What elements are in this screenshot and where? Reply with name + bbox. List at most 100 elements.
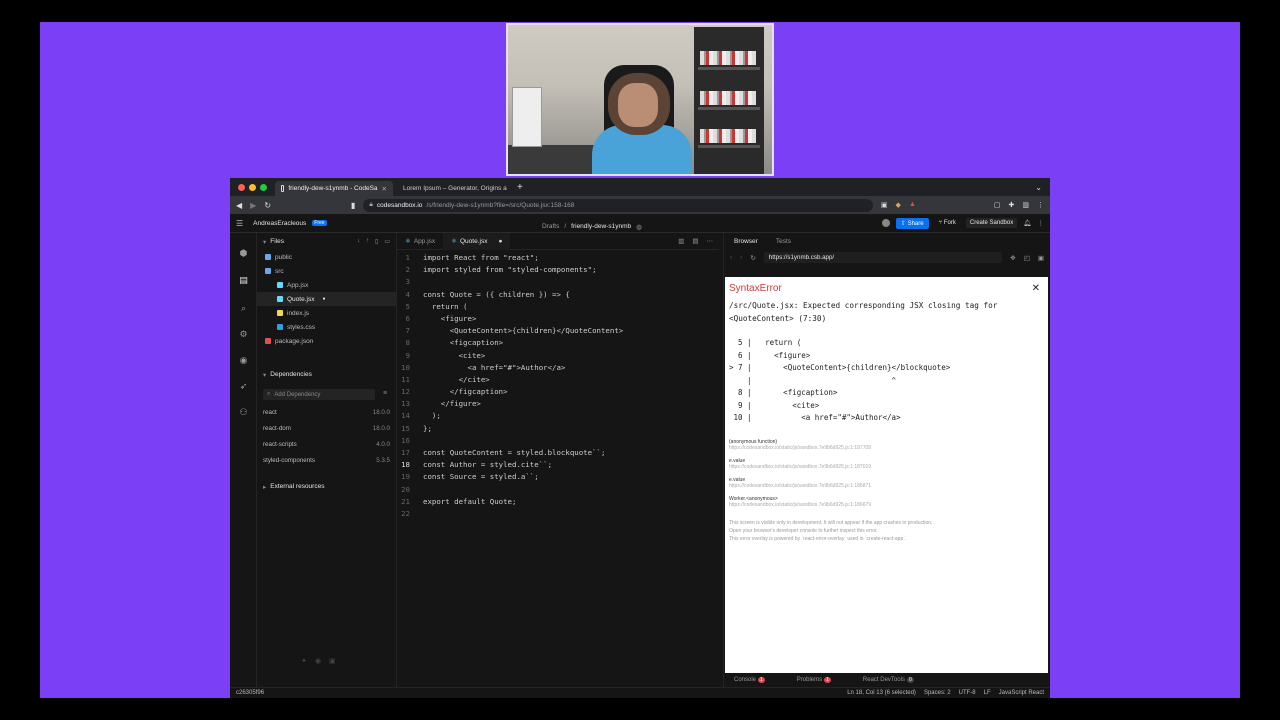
kebab-menu-icon[interactable]: ⋮: [1038, 219, 1045, 227]
fork-button[interactable]: ⑂ Fork: [935, 218, 960, 228]
code-line[interactable]: 17 const QuoteContent = styled.blockquote…: [397, 447, 719, 459]
github-icon[interactable]: ◉: [238, 355, 249, 366]
extension-icon[interactable]: ▲: [909, 201, 916, 209]
twitter-icon[interactable]: ✦: [301, 657, 307, 665]
code-line[interactable]: 18 const Author = styled.cite``;: [397, 459, 719, 471]
reload-icon[interactable]: ↻: [264, 201, 271, 210]
code-line[interactable]: 22: [397, 508, 719, 520]
kebab-menu-icon[interactable]: ⋮: [1037, 201, 1044, 209]
stack-location[interactable]: https://codesandbox.io/static/js/sandbox…: [729, 445, 1044, 452]
cube-icon[interactable]: ⬢: [238, 248, 249, 259]
code-line[interactable]: 21 export default Quote;: [397, 496, 719, 508]
new-file-icon[interactable]: ▯: [375, 238, 378, 245]
unsaved-dot-icon[interactable]: ●: [498, 238, 502, 245]
code-line[interactable]: 14 );: [397, 410, 719, 422]
code-line[interactable]: 19 const Source = styled.a``;: [397, 471, 719, 483]
dependency-item[interactable]: react 18.0.0: [257, 404, 396, 420]
code-line[interactable]: 7 <QuoteContent>{children}</QuoteContent…: [397, 325, 719, 337]
username[interactable]: AndreasEracleous: [253, 220, 306, 227]
line-ending[interactable]: LF: [984, 690, 991, 696]
file-item[interactable]: public: [257, 250, 396, 264]
back-icon[interactable]: ◀: [236, 201, 242, 210]
extension-icon[interactable]: ▣: [881, 201, 888, 209]
forward-icon[interactable]: ▶: [250, 201, 256, 210]
devtools-tab[interactable]: Problems 1: [797, 677, 831, 683]
sidebar-icon[interactable]: ▥: [1022, 201, 1029, 209]
language-mode[interactable]: JavaScript React: [999, 690, 1044, 696]
code-line[interactable]: 5 return (: [397, 301, 719, 313]
indentation[interactable]: Spaces: 2: [924, 690, 951, 696]
cursor-position[interactable]: Ln 18, Col 13 (6 selected): [847, 690, 916, 696]
browser-tab-codesandbox[interactable]: friendly-dew-s1ynmb - CodeSa ✕: [275, 181, 393, 196]
reload-icon[interactable]: ↻: [750, 254, 755, 262]
close-window-dot[interactable]: [238, 183, 245, 191]
sort-icon[interactable]: ↓: [357, 238, 360, 245]
file-item[interactable]: styles.css: [257, 320, 396, 334]
code-line[interactable]: 3: [397, 276, 719, 288]
back-icon[interactable]: ‹: [730, 254, 732, 261]
create-sandbox-button[interactable]: Create Sandbox: [965, 218, 1018, 228]
files-icon[interactable]: ▤: [238, 275, 249, 286]
layout-icon[interactable]: ▤: [692, 237, 698, 245]
devtools-tab[interactable]: React DevTools 0: [863, 677, 914, 683]
close-icon[interactable]: ✕: [1032, 283, 1040, 294]
stack-location[interactable]: https://codesandbox.io/static/js/sandbox…: [729, 502, 1044, 509]
code-line[interactable]: 9 <cite>: [397, 350, 719, 362]
minimize-window-dot[interactable]: [249, 183, 256, 191]
dependency-item[interactable]: react-dom 18.0.0: [257, 420, 396, 436]
files-header[interactable]: ▾ Files ↓ ↑ ▯ ▭: [257, 233, 396, 250]
code-line[interactable]: 10 <a href="#">Author</a>: [397, 362, 719, 374]
rocket-icon[interactable]: ➶: [238, 381, 249, 392]
file-item[interactable]: Quote.jsx ●: [257, 292, 396, 306]
code-line[interactable]: 1 import React from "react";: [397, 252, 719, 264]
maximize-window-dot[interactable]: [260, 183, 267, 191]
extension-icon[interactable]: ▢: [994, 201, 1001, 209]
upload-icon[interactable]: ↑: [366, 238, 369, 245]
discord-icon[interactable]: ▣: [329, 657, 336, 665]
code-line[interactable]: 13 </figure>: [397, 398, 719, 410]
bell-icon[interactable]: 🔔︎: [1023, 219, 1031, 227]
puzzle-icon[interactable]: ✚: [1009, 201, 1015, 209]
code-line[interactable]: 11 </cite>: [397, 374, 719, 386]
tab-quote-jsx[interactable]: ⚛ Quote.jsx ●: [443, 232, 511, 250]
tab-app-jsx[interactable]: ⚛ App.jsx: [397, 233, 443, 250]
avatar[interactable]: [881, 219, 890, 227]
list-icon[interactable]: ≡: [383, 390, 387, 397]
chevron-down-icon[interactable]: ⌄: [1035, 183, 1042, 192]
gear-icon[interactable]: ⚙: [238, 329, 249, 340]
dependency-item[interactable]: react-scripts 4.0.0: [257, 436, 396, 452]
fullscreen-icon[interactable]: ▣: [1038, 254, 1044, 262]
github-icon[interactable]: ◉: [315, 657, 321, 665]
share-button[interactable]: ⇧ Share: [895, 217, 929, 229]
new-tab-icon[interactable]: +: [517, 182, 523, 193]
code-line[interactable]: 16: [397, 435, 719, 447]
file-item[interactable]: index.js: [257, 306, 396, 320]
more-icon[interactable]: ⋯: [707, 237, 714, 245]
new-folder-icon[interactable]: ▭: [384, 238, 390, 245]
code-line[interactable]: 8 <figcaption>: [397, 337, 719, 349]
file-item[interactable]: src: [257, 264, 396, 278]
new-window-icon[interactable]: ◰: [1024, 254, 1030, 262]
file-item[interactable]: App.jsx: [257, 278, 396, 292]
dependency-item[interactable]: styled-components 5.3.5: [257, 452, 396, 468]
devtools-tab[interactable]: Console 1: [734, 677, 765, 683]
code-line[interactable]: 2 import styled from "styled-components";: [397, 264, 719, 276]
code-line[interactable]: 20: [397, 484, 719, 496]
address-bar[interactable]: 🔒︎ codesandbox.io/s/friendly-dew-s1ynmb?…: [363, 198, 873, 212]
preview-url-input[interactable]: https://s1ynmb.csb.app/: [763, 252, 1003, 263]
external-resources-header[interactable]: ▸ External resources: [257, 478, 396, 495]
menu-icon[interactable]: ☰: [236, 219, 243, 228]
search-icon[interactable]: ⌕: [238, 303, 249, 314]
crosshair-icon[interactable]: ✥: [1010, 254, 1015, 262]
stack-location[interactable]: https://codesandbox.io/static/js/sandbox…: [729, 464, 1044, 471]
add-dependency-input[interactable]: ⌕ Add Dependency: [263, 389, 375, 400]
split-view-icon[interactable]: ▥: [678, 237, 684, 245]
tab-browser[interactable]: Browser: [734, 238, 758, 245]
users-icon[interactable]: ⚇: [238, 407, 249, 418]
code-lines[interactable]: 1 import React from "react"; 2 import style…: [397, 250, 719, 520]
code-line[interactable]: 12 </figcaption>: [397, 386, 719, 398]
extension-icon[interactable]: ◆: [896, 201, 901, 209]
stack-location[interactable]: https://codesandbox.io/static/js/sandbox…: [729, 483, 1044, 490]
code-line[interactable]: 6 <figure>: [397, 313, 719, 325]
encoding[interactable]: UTF-8: [959, 690, 976, 696]
